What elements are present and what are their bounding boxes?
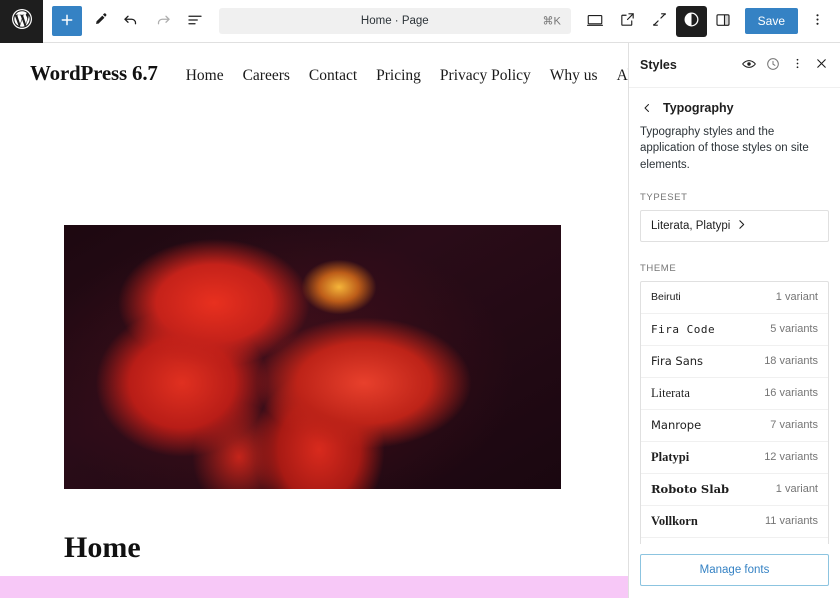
style-book-icon xyxy=(741,56,757,75)
font-variants: 12 variants xyxy=(764,451,818,464)
more-options-icon xyxy=(790,56,805,74)
font-row-vollkorn[interactable]: Vollkorn 11 variants xyxy=(641,506,828,538)
view-site-button[interactable] xyxy=(612,6,643,37)
nav-item-about-us[interactable]: About Us xyxy=(617,67,628,85)
font-row-literata[interactable]: Literata 16 variants xyxy=(641,378,828,410)
typeset-label: TYPESET xyxy=(640,191,688,203)
theme-label: THEME xyxy=(640,262,677,274)
wordpress-site-editor: Home · Page ⌘K Save WordPress 6.7 Home C… xyxy=(0,0,840,598)
font-name: Fira Code xyxy=(651,322,716,336)
sidebar-panel-icon xyxy=(714,11,732,32)
wordpress-logo-button[interactable] xyxy=(0,0,43,43)
zoom-out-button[interactable] xyxy=(644,6,675,37)
command-bar-container: Home · Page ⌘K xyxy=(210,8,580,34)
styles-button[interactable] xyxy=(675,5,707,37)
command-bar-shortcut: ⌘K xyxy=(542,15,561,28)
font-name: Platypi xyxy=(651,449,690,464)
nav-item-careers[interactable]: Careers xyxy=(243,67,290,85)
list-view-icon xyxy=(186,11,204,32)
pencil-icon xyxy=(91,11,108,31)
font-variants: 16 variants xyxy=(764,387,818,400)
font-variants: 1 variant xyxy=(775,291,818,304)
settings-sidebar-button[interactable] xyxy=(708,6,739,37)
nav-item-home[interactable]: Home xyxy=(186,67,224,85)
nav-item-why-us[interactable]: Why us xyxy=(550,67,598,85)
styles-panel-content: Typography Typography styles and the app… xyxy=(629,88,840,544)
command-bar[interactable]: Home · Page ⌘K xyxy=(218,8,571,34)
close-icon xyxy=(814,56,829,74)
nav-item-pricing[interactable]: Pricing xyxy=(376,67,421,85)
add-block-button[interactable] xyxy=(52,6,82,36)
font-name: Vollkorn xyxy=(651,513,698,528)
site-title[interactable]: WordPress 6.7 xyxy=(30,61,158,86)
chevron-right-icon xyxy=(735,218,819,234)
nav-item-privacy-policy[interactable]: Privacy Policy xyxy=(440,67,531,85)
editor-top-bar: Home · Page ⌘K Save xyxy=(0,0,840,43)
undo-icon xyxy=(122,11,140,32)
save-button[interactable]: Save xyxy=(744,8,798,34)
chevron-left-icon[interactable] xyxy=(640,101,654,115)
font-row-beiruti[interactable]: Beiruti 1 variant xyxy=(641,282,828,314)
styles-panel-title: Styles xyxy=(640,58,677,72)
revisions-clock-icon xyxy=(765,56,781,75)
contrast-circle-icon xyxy=(682,10,701,32)
revisions-button[interactable] xyxy=(761,53,785,77)
font-variants: 18 variants xyxy=(764,355,818,368)
styles-more-options-button[interactable] xyxy=(785,53,809,77)
styles-sidebar: Styles Typography Typography styles and … xyxy=(628,43,840,598)
top-bar-left-tools xyxy=(43,6,210,36)
external-link-icon xyxy=(619,11,636,31)
style-book-button[interactable] xyxy=(737,53,761,77)
typeset-selector[interactable]: Literata, Platypi xyxy=(640,209,829,242)
typography-breadcrumb: Typography xyxy=(640,88,829,124)
font-variants: 5 variants xyxy=(770,323,818,336)
font-name: Literata xyxy=(651,385,690,400)
plus-icon xyxy=(59,12,75,31)
typeset-value: Literata, Platypi xyxy=(651,219,731,232)
font-variants: 11 variants xyxy=(765,515,818,528)
redo-button[interactable] xyxy=(148,6,178,36)
font-row-manrope[interactable]: Manrope 7 variants xyxy=(641,410,828,442)
font-name: Manrope xyxy=(651,418,702,433)
more-options-button[interactable] xyxy=(802,6,833,37)
font-row-fira-code[interactable]: Fira Code 5 variants xyxy=(641,314,828,346)
site-header: WordPress 6.7 Home Careers Contact Prici… xyxy=(0,43,628,86)
desktop-icon xyxy=(586,11,604,32)
site-preview-canvas[interactable]: WordPress 6.7 Home Careers Contact Prici… xyxy=(0,43,628,598)
typography-section-title: Typography xyxy=(663,101,734,115)
undo-button[interactable] xyxy=(116,6,146,36)
font-row-fira-sans[interactable]: Fira Sans 18 variants xyxy=(641,346,828,378)
font-row-platypi[interactable]: Platypi 12 variants xyxy=(641,442,828,474)
font-variants: 7 variants xyxy=(770,419,818,432)
page-title[interactable]: Home xyxy=(64,531,141,565)
font-variants: 1 variant xyxy=(775,483,818,496)
manage-fonts-button[interactable]: Manage fonts xyxy=(640,554,829,586)
vertical-dots-icon xyxy=(809,11,826,31)
wordpress-logo-icon xyxy=(10,7,34,36)
expand-icon xyxy=(651,11,668,31)
list-view-button[interactable] xyxy=(180,6,210,36)
font-row-roboto-slab[interactable]: Roboto Slab 1 variant xyxy=(641,474,828,506)
font-name: Roboto Slab xyxy=(651,482,730,497)
hero-image-block[interactable] xyxy=(64,225,561,489)
edit-tool-button[interactable] xyxy=(84,6,114,36)
close-styles-button[interactable] xyxy=(809,53,833,77)
theme-font-list: Beiruti 1 variant Fira Code 5 variants F… xyxy=(640,280,829,544)
font-name: Fira Sans xyxy=(651,354,704,369)
typography-description: Typography styles and the application of… xyxy=(640,126,809,171)
top-bar-right-tools: Save xyxy=(580,5,840,37)
styles-panel-footer: Manage fonts xyxy=(629,544,840,598)
redo-icon xyxy=(154,11,172,32)
view-device-button[interactable] xyxy=(580,6,611,37)
site-navigation: Home Careers Contact Pricing Privacy Pol… xyxy=(186,67,628,85)
font-name: Beiruti xyxy=(651,291,681,304)
command-bar-text: Home · Page xyxy=(360,15,429,27)
pink-section-block[interactable]: Art Gallery — Overview This transformati… xyxy=(0,576,628,598)
editor-body: WordPress 6.7 Home Careers Contact Prici… xyxy=(0,43,840,598)
styles-panel-header: Styles xyxy=(629,43,840,88)
nav-item-contact[interactable]: Contact xyxy=(309,67,357,85)
